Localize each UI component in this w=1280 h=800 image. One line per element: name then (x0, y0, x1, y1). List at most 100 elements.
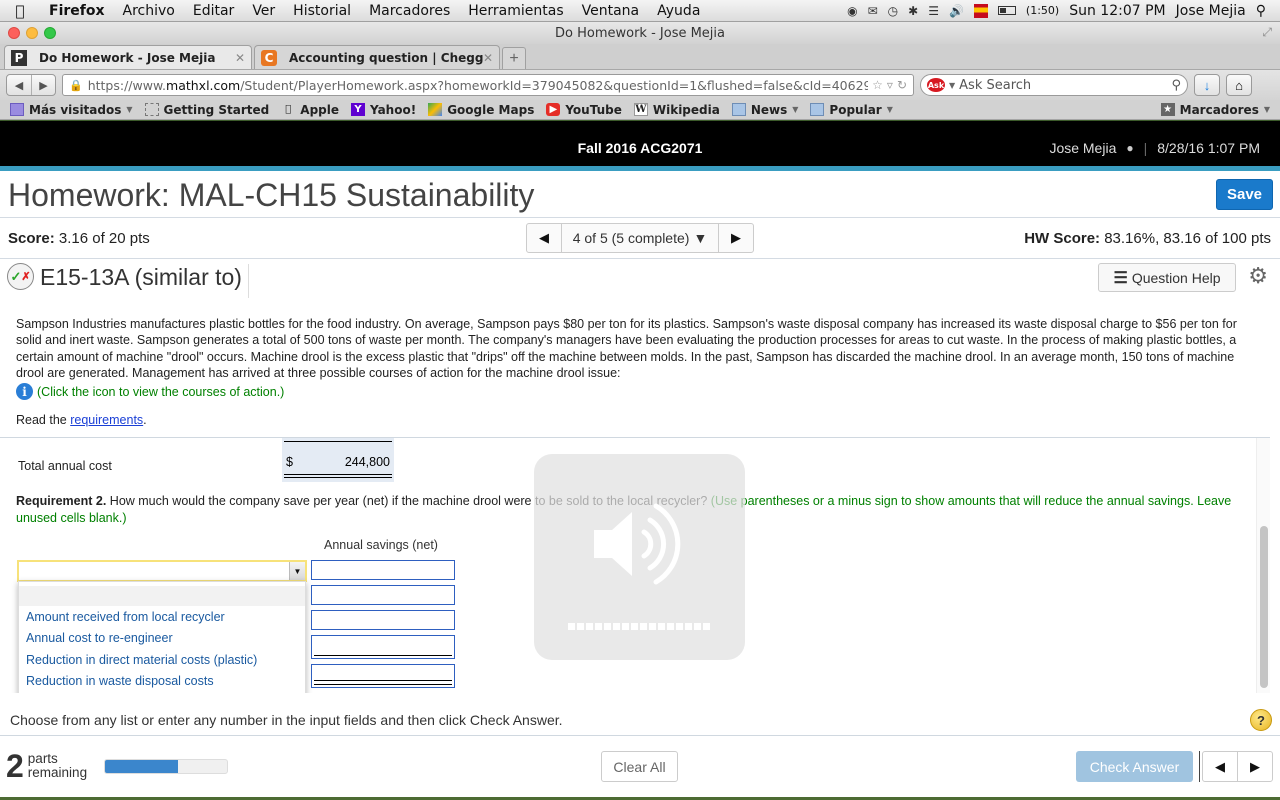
bookmark-getting-started[interactable]: Getting Started (144, 103, 269, 117)
previous-question-button[interactable]: ◀ (527, 224, 561, 252)
dropdown-option[interactable]: Annual cost to re-engineer (19, 628, 305, 650)
bookmark-label: News (750, 102, 788, 117)
engine-dropdown-icon[interactable]: ▼ (949, 81, 955, 90)
next-question-button[interactable]: ▶ (1237, 752, 1272, 781)
user-icon[interactable]: ● (1126, 141, 1133, 155)
dropdown-arrow-icon[interactable]: ▼ (289, 562, 305, 580)
bookmark-news[interactable]: News ▼ (731, 102, 798, 117)
menu-herramientas[interactable]: Herramientas (459, 3, 572, 19)
bookmark-youtube[interactable]: ▶ YouTube (546, 103, 622, 117)
tripmode-icon[interactable]: ◉ (847, 4, 857, 18)
menu-ver[interactable]: Ver (243, 3, 284, 19)
volume-segment (658, 623, 665, 630)
answer-pane-scrollbar[interactable] (1256, 438, 1270, 693)
save-button[interactable]: Save (1216, 179, 1273, 210)
menu-marcadores[interactable]: Marcadores (360, 3, 459, 19)
page-title: Homework: MAL-CH15 Sustainability (8, 177, 535, 213)
bookmark-mas-visitados[interactable]: Más visitados ▼ (10, 103, 133, 117)
menu-ventana[interactable]: Ventana (573, 3, 649, 19)
help-question-icon[interactable]: ? (1250, 709, 1272, 731)
check-answer-button[interactable]: Check Answer (1076, 751, 1193, 782)
menu-historial[interactable]: Historial (284, 3, 360, 19)
time-machine-icon[interactable]: ◷ (888, 4, 898, 18)
tab-chegg[interactable]: C Accounting question | Chegg.com ✕ (254, 45, 500, 69)
volume-segment (649, 623, 656, 630)
bookmark-wikipedia[interactable]: W Wikipedia (633, 103, 720, 117)
dropdown-option[interactable]: Reduction in waste disposal costs (19, 671, 305, 693)
fullscreen-icon[interactable]: ⤢ (1262, 25, 1272, 40)
menu-user[interactable]: Jose Mejia (1176, 3, 1246, 19)
volume-level-bars (568, 623, 710, 630)
bookmarks-menu-button[interactable]: ★ Marcadores ▼ (1160, 103, 1280, 117)
menu-archivo[interactable]: Archivo (114, 3, 184, 19)
dropdown-option[interactable]: Amount received from local recycler (19, 606, 305, 628)
bookmark-google-maps[interactable]: Google Maps (428, 103, 534, 117)
forward-button[interactable]: ▶ (31, 75, 55, 95)
menu-clock[interactable]: Sun 12:07 PM (1069, 3, 1165, 19)
search-icon[interactable]: ⚲ (1171, 78, 1181, 93)
bookmark-yahoo[interactable]: Y Yahoo! (351, 103, 416, 117)
speaker-icon (594, 503, 681, 585)
history-dropdown-icon[interactable]: ▿ (887, 78, 893, 92)
bookmark-label: YouTube (565, 102, 622, 117)
menu-editar[interactable]: Editar (184, 3, 243, 19)
battery-icon[interactable] (997, 6, 1016, 15)
clear-all-button[interactable]: Clear All (601, 751, 678, 782)
zoom-window-button[interactable] (44, 27, 56, 39)
user-name[interactable]: Jose Mejia (1049, 140, 1116, 156)
close-tab-icon[interactable]: ✕ (235, 51, 245, 65)
ask-engine-icon[interactable]: Ask (927, 78, 945, 92)
dropdown-option-blank[interactable] (19, 586, 305, 606)
menu-app-firefox[interactable]: Firefox (40, 3, 114, 19)
apple-menu-icon[interactable]:  (0, 2, 40, 20)
spotlight-icon[interactable]: ⚲ (1256, 3, 1266, 19)
input-source-flag-icon[interactable] (973, 3, 988, 18)
close-window-button[interactable] (8, 27, 20, 39)
lock-icon: 🔒 (69, 78, 83, 92)
volume-segment (577, 623, 584, 630)
menu-ayuda[interactable]: Ayuda (648, 3, 709, 19)
bookmark-apple[interactable]:  Apple (281, 103, 339, 117)
question-select[interactable]: 4 of 5 (5 complete) ▼ (561, 224, 719, 252)
back-button[interactable]: ◀ (7, 75, 31, 95)
volume-segment (586, 623, 593, 630)
home-button[interactable]: ⌂ (1226, 74, 1252, 96)
scrollbar-thumb[interactable] (1260, 526, 1268, 688)
gear-icon[interactable]: ⚙ (1248, 263, 1268, 289)
minimize-window-button[interactable] (26, 27, 38, 39)
savings-input-3[interactable] (311, 610, 455, 630)
tab-label: Do Homework - Jose Mejia (39, 50, 216, 65)
wifi-icon[interactable]: ☰ (928, 4, 939, 18)
close-tab-icon[interactable]: ✕ (483, 51, 493, 65)
downloads-button[interactable]: ↓ (1194, 74, 1220, 96)
tab-do-homework[interactable]: P Do Homework - Jose Mejia ✕ (4, 45, 252, 69)
volume-segment (604, 623, 611, 630)
reload-icon[interactable]: ↻ (897, 78, 907, 92)
info-icon[interactable]: i (16, 383, 33, 401)
courses-of-action-link[interactable]: i (Click the icon to view the courses of… (16, 383, 1264, 401)
dropdown-option[interactable]: Reduction in direct material costs (plas… (19, 649, 305, 671)
new-tab-button[interactable]: + (502, 47, 526, 69)
url-bar[interactable]: 🔒 https://www.mathxl.com/Student/PlayerH… (62, 74, 914, 96)
click-hint: (Click the icon to view the courses of a… (37, 384, 285, 399)
bluetooth-icon[interactable]: ✱ (908, 4, 918, 18)
previous-question-button[interactable]: ◀ (1203, 752, 1237, 781)
search-bar[interactable]: Ask ▼ Ask Search ⚲ (920, 74, 1188, 96)
next-question-button[interactable]: ▶ (719, 224, 753, 252)
bookmark-popular[interactable]: Popular ▼ (810, 103, 893, 117)
question-position: 4 of 5 (5 complete) (572, 230, 690, 246)
bookmark-star-icon[interactable]: ☆ (872, 78, 883, 92)
savings-total-input[interactable] (311, 664, 455, 688)
bookmarks-toolbar: Más visitados▼ Getting Started Apple YY… (0, 100, 1280, 120)
parts-label: parts (27, 751, 58, 766)
requirements-link[interactable]: requirements (70, 413, 143, 427)
annual-savings-header: Annual savings (net) (324, 538, 438, 552)
line-item-select[interactable]: ▼ (17, 560, 307, 582)
savings-input-2[interactable] (311, 585, 455, 605)
gmail-icon[interactable]: ✉ (868, 4, 878, 18)
parts-progress-bar (104, 759, 228, 774)
savings-input-1[interactable] (311, 560, 455, 580)
volume-icon[interactable]: 🔊 (949, 4, 964, 18)
savings-input-4[interactable] (311, 635, 455, 659)
question-help-button[interactable]: ☰ Question Help (1098, 263, 1236, 292)
